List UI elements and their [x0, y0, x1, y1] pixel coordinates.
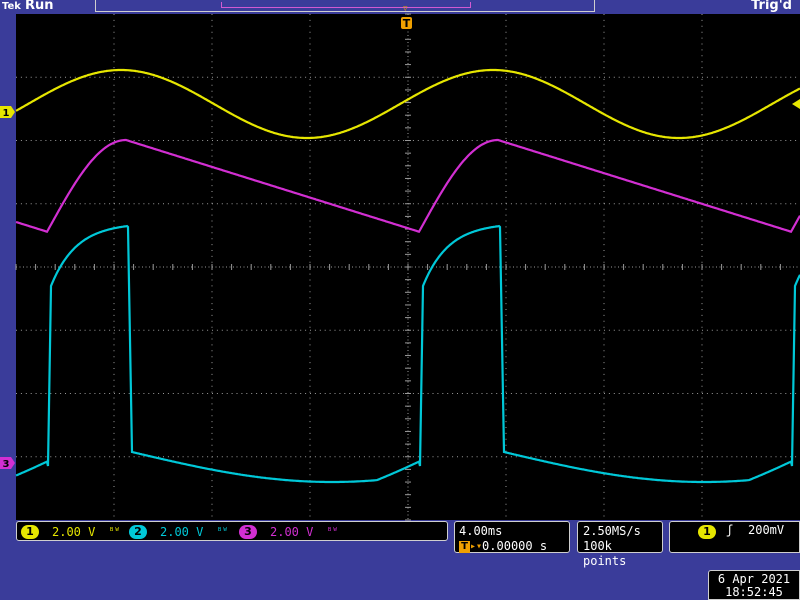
trigger-level-marker[interactable]	[792, 99, 800, 109]
ch1-ground-marker[interactable]: 1	[0, 106, 15, 119]
ch1-badge: 1	[21, 525, 39, 539]
ch2-scale: 2.00 V	[160, 525, 204, 539]
brand-run-state: Tek Run	[2, 0, 53, 14]
timebase-readout[interactable]: 4.00ms T ▸▾0.00000 s	[454, 521, 570, 553]
trigger-status: Trig'd	[751, 0, 792, 13]
record-view-window	[221, 2, 471, 8]
record-overview[interactable]	[95, 0, 595, 12]
acquisition-readout[interactable]: 2.50MS/s 100k points	[577, 521, 663, 568]
horizontal-scale: 4.00ms	[459, 524, 503, 538]
trigger-delay-row: T ▸▾0.00000 s	[459, 539, 569, 554]
rising-edge-icon: ʃ	[726, 523, 734, 537]
run-state: Run	[24, 0, 54, 13]
ch3-waveform	[15, 138, 800, 234]
graticule	[16, 14, 800, 520]
trigger-level: 200mV	[748, 523, 785, 537]
ch3-scale: 2.00 V	[270, 525, 314, 539]
bandwidth-limit-icon: ᴮᵂ	[327, 527, 338, 537]
ch3-ground-marker[interactable]: 3	[0, 457, 15, 470]
ch1-marker-label: 1	[3, 108, 10, 119]
time: 18:52:45	[725, 585, 783, 599]
brand-label: Tek	[2, 1, 21, 12]
ch1-waveform	[15, 68, 800, 140]
ch1-scale: 2.00 V	[52, 525, 96, 539]
trigger-readout[interactable]: 1 ʃ 200mV	[669, 521, 800, 553]
trigger-source-badge: 1	[698, 525, 716, 539]
ch2-badge: 2	[129, 525, 147, 539]
trigger-position-label: T	[403, 17, 411, 30]
graticule-grid	[15, 13, 800, 521]
bandwidth-limit-icon: ᴮᵂ	[109, 527, 120, 537]
record-length: 100k points	[583, 539, 627, 568]
trigger-position-icon: T	[459, 540, 470, 553]
trigger-delay: 0.00000 s	[482, 539, 548, 553]
sample-rate: 2.50MS/s	[583, 524, 641, 538]
waveform-display: ▿ T 1 3	[0, 4, 800, 521]
bandwidth-limit-icon: ᴮᵂ	[217, 527, 228, 537]
channel-readouts: 1 2.00 V ᴮᵂ 2 2.00 V ᴮᵂ 3 2.00 V ᴮᵂ	[16, 521, 448, 541]
date-time: 6 Apr 2021 18:52:45	[708, 570, 800, 600]
ch3-marker-label: 3	[3, 459, 10, 470]
status-bar: Tek Run Trig'd	[0, 0, 800, 14]
ch3-readout[interactable]: 3 2.00 V ᴮᵂ	[239, 524, 369, 540]
ch2-waveform	[15, 224, 800, 484]
delay-arrow-icon: ▸▾	[470, 541, 483, 552]
ch3-badge: 3	[239, 525, 257, 539]
